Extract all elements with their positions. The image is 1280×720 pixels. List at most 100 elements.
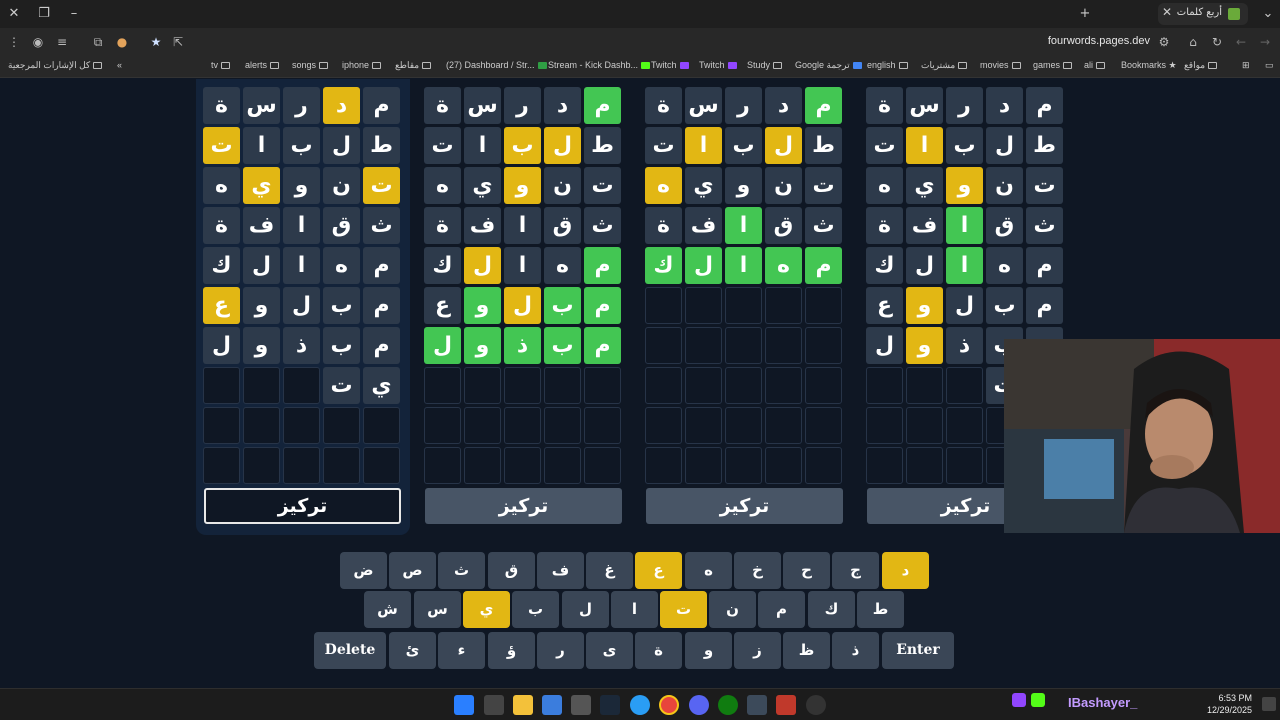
keyboard-key[interactable]: ة [635,632,682,669]
keyboard-key[interactable]: د [882,552,929,589]
keyboard-key[interactable]: ي [463,591,510,628]
keyboard-key[interactable]: ت [660,591,707,628]
focus-button-board-3[interactable]: تركيز [646,488,843,524]
discord-icon[interactable] [689,695,709,715]
keyboard-key[interactable]: ر [537,632,584,669]
keyboard-key[interactable]: ذ [832,632,879,669]
bookmark-item[interactable]: (27) Dashboard / Str... [446,60,547,70]
reload-icon[interactable]: ↻ [1209,34,1225,50]
keyboard-key[interactable]: ظ [783,632,830,669]
keyboard-key[interactable]: ج [832,552,879,589]
keyboard-key[interactable]: ؤ [488,632,535,669]
bookmark-item[interactable]: Twitch [699,60,737,70]
keyboard-key[interactable]: ف [537,552,584,589]
letter-tile: ة [203,87,240,124]
keyboard-key[interactable]: م [758,591,805,628]
app-icon[interactable] [747,695,767,715]
keyboard-key[interactable]: ء [438,632,485,669]
obs-icon[interactable] [776,695,796,715]
edge-icon[interactable] [630,695,650,715]
keyboard-key[interactable]: ح [783,552,830,589]
keyboard-key[interactable]: ث [438,552,485,589]
bookmark-item[interactable]: ali [1084,60,1106,70]
keyboard-key[interactable]: س [414,591,461,628]
keyboard-key[interactable]: ل [562,591,609,628]
keyboard-key[interactable]: غ [586,552,633,589]
kick-tray-icon[interactable] [1031,693,1045,707]
close-window-icon[interactable]: ✕ [4,4,24,24]
chrome-icon[interactable] [659,695,679,715]
keyboard-key[interactable]: ى [586,632,633,669]
tab-search-icon[interactable]: ⌄ [1258,4,1278,24]
back-icon[interactable]: → [1257,34,1273,50]
bookmark-item[interactable]: movies [980,60,1021,70]
share-icon[interactable]: ⇱ [170,34,186,50]
keyboard-key[interactable]: ص [389,552,436,589]
keyboard-key[interactable]: ه [685,552,732,589]
bookmark-item[interactable]: english [867,60,908,70]
start-icon[interactable] [454,695,474,715]
bookmark-star-icon[interactable]: ★ [148,34,164,50]
focus-button-board-1[interactable]: تركيز [204,488,401,524]
bookmark-item[interactable]: مقاطع [395,60,432,71]
side-panel-icon[interactable]: ▭ [1265,60,1274,71]
keyboard-key[interactable]: ز [734,632,781,669]
enter-key[interactable]: Enter [882,632,954,669]
x-icon [537,62,547,70]
bookmark-item[interactable]: كل الإشارات المرجعية [8,60,103,71]
notifications-icon[interactable] [1262,697,1276,711]
browser-tab[interactable]: ✕ أربع كلمات [1158,3,1248,25]
store-icon[interactable] [542,695,562,715]
bookmark-item[interactable]: alerts [245,60,280,70]
bookmark-item[interactable]: games [1033,60,1073,70]
minimize-window-icon[interactable]: – [64,4,84,24]
bookmark-item[interactable]: مواقع [1184,60,1218,71]
apps-icon[interactable]: ⊞ [1242,60,1250,71]
system-clock[interactable]: 6:53 PM 12/29/2025 [1207,692,1252,716]
bookmark-item[interactable]: مشتريات [921,60,968,71]
more-bookmarks-icon[interactable]: « [117,60,122,70]
xbox-icon[interactable] [718,695,738,715]
keyboard-key[interactable]: خ [734,552,781,589]
menu-icon[interactable]: ⋮ [6,34,22,50]
letter-tile: ل [464,247,501,284]
recording-icon[interactable] [806,695,826,715]
task-view-icon[interactable] [484,695,504,715]
bookmark-item[interactable]: songs [292,60,329,70]
bookmark-item[interactable]: tv [211,60,231,70]
keyboard-key[interactable]: ق [488,552,535,589]
keyboard-key[interactable]: ن [709,591,756,628]
keyboard-key[interactable]: ب [512,591,559,628]
site-settings-icon[interactable]: ⚙ [1156,34,1172,50]
bookmark-item[interactable]: Bookmarks ★ [1121,60,1177,71]
bookmark-item[interactable]: Twitch [651,60,689,70]
keyboard-key[interactable]: ش [364,591,411,628]
keyboard-key[interactable]: و [685,632,732,669]
bookmark-item[interactable]: Study [747,60,783,70]
restore-window-icon[interactable]: ❐ [34,4,54,24]
media-icon[interactable]: ≡ [54,34,70,50]
terminal-icon[interactable] [571,695,591,715]
file-explorer-icon[interactable] [513,695,533,715]
bookmark-item[interactable]: Google ترجمة [795,60,862,71]
focus-button-board-2[interactable]: تركيز [425,488,622,524]
keyboard-key[interactable]: ع [635,552,682,589]
new-tab-icon[interactable]: + [1075,4,1095,24]
home-icon[interactable]: ⌂ [1185,34,1201,50]
address-bar[interactable]: fourwords.pages.dev [1048,35,1150,47]
bookmark-item[interactable]: Stream - Kick Dashb... [548,60,651,70]
profile-icon[interactable]: ◉ [30,34,46,50]
delete-key[interactable]: Delete [314,632,386,669]
extension-icon[interactable]: ● [114,34,130,50]
keyboard-key[interactable]: ئ [389,632,436,669]
extensions-icon[interactable]: ⧉ [90,34,106,50]
keyboard-key[interactable]: ط [857,591,904,628]
keyboard-key[interactable]: ك [808,591,855,628]
forward-icon[interactable]: ← [1233,34,1249,50]
keyboard-key[interactable]: ض [340,552,387,589]
steam-icon[interactable] [600,695,620,715]
keyboard-key[interactable]: ا [611,591,658,628]
close-tab-icon[interactable]: ✕ [1162,5,1172,19]
twitch-tray-icon[interactable] [1012,693,1026,707]
bookmark-item[interactable]: iphone [342,60,382,70]
